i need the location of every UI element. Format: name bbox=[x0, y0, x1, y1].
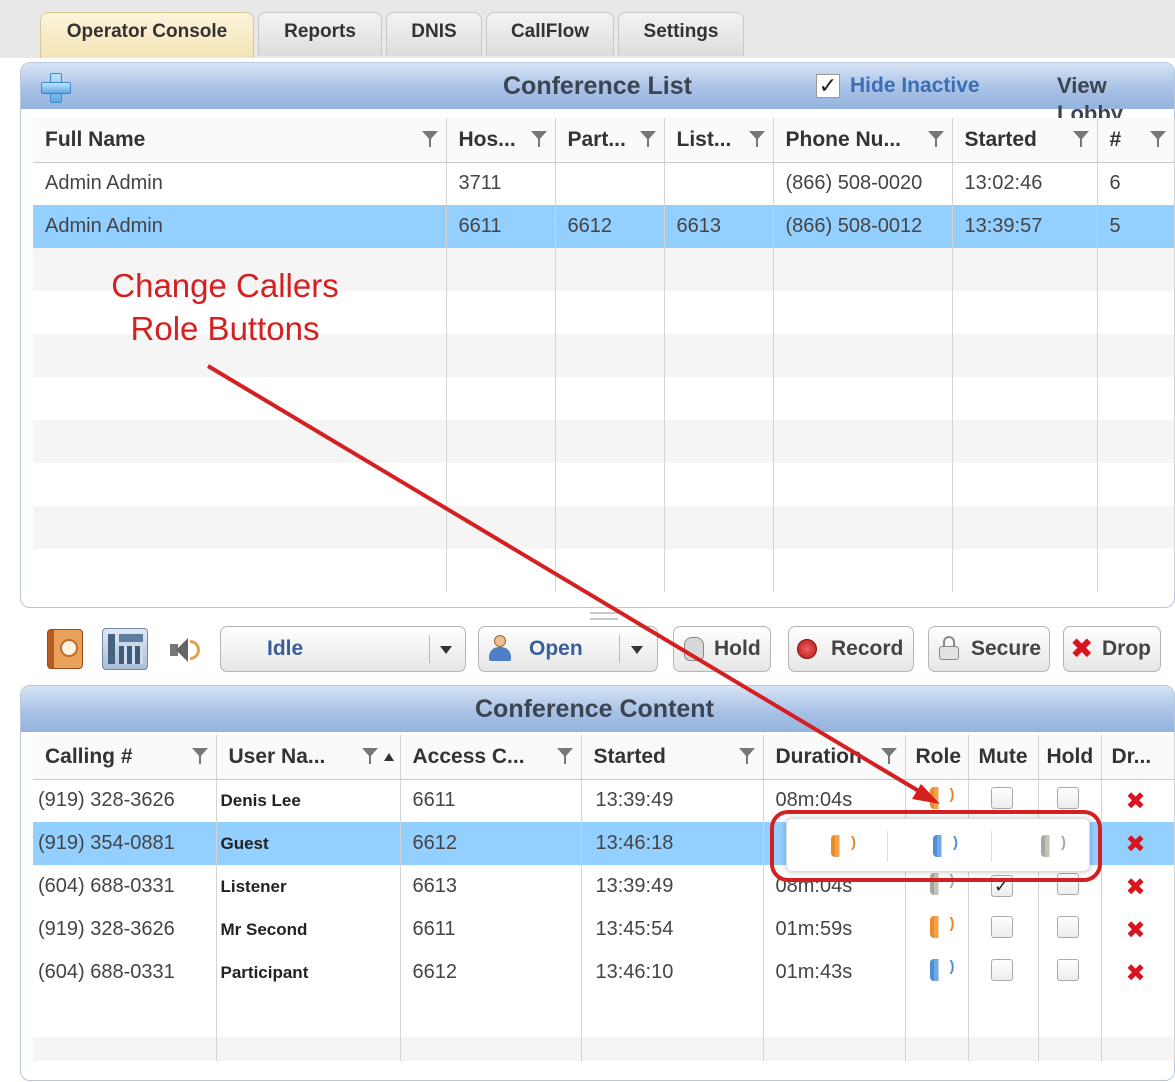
annotation-highlight-box bbox=[770, 810, 1102, 882]
annotation-arrowhead bbox=[912, 784, 940, 804]
annotation-overlay bbox=[206, 364, 1102, 882]
annotation-arrow-line bbox=[206, 364, 924, 795]
